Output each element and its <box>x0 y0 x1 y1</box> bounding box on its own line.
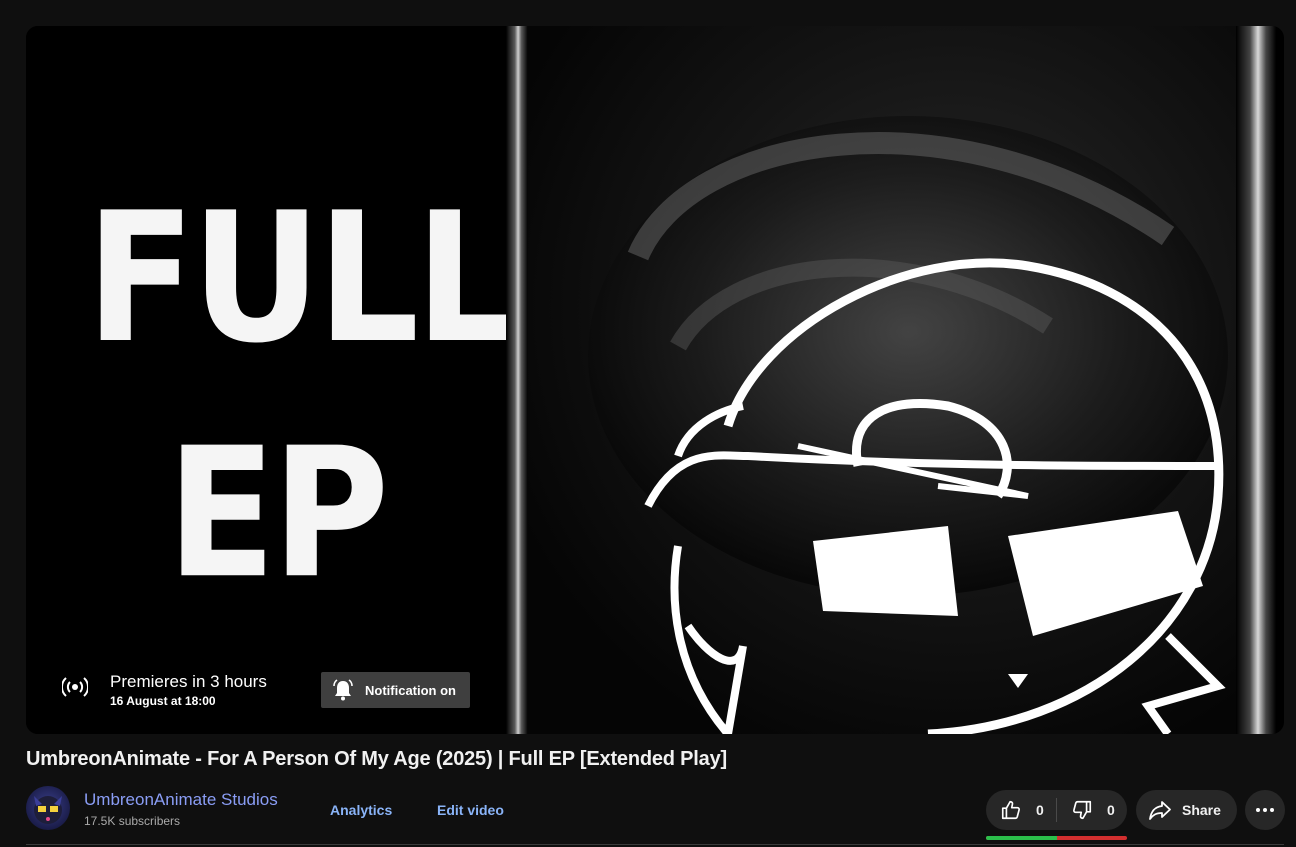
premiere-date: 16 August at 18:00 <box>110 694 216 708</box>
notification-label: Notification on <box>365 682 456 698</box>
video-player[interactable]: FULL EP <box>26 26 1284 734</box>
bell-ring-icon <box>333 679 353 701</box>
thumbnail-text-ep: EP <box>166 408 390 618</box>
thumbs-down-icon <box>1073 800 1092 820</box>
subscriber-count: 17.5K subscribers <box>84 814 181 828</box>
thumbnail-light-bar-right <box>1236 26 1276 734</box>
thumbnail-left-panel: FULL EP <box>26 26 520 734</box>
dislike-count: 0 <box>1107 802 1115 818</box>
owner-row: UmbreonAnimate Studios 17.5K subscribers… <box>26 786 1285 840</box>
analytics-button[interactable]: Analytics <box>330 802 392 818</box>
share-label: Share <box>1182 802 1221 818</box>
like-ratio-bar <box>986 836 1127 840</box>
share-arrow-icon <box>1149 801 1171 820</box>
like-ratio-fill <box>986 836 1057 840</box>
avatar-image <box>34 796 62 824</box>
like-button[interactable]: 0 <box>986 790 1056 830</box>
premiere-overlay: Premieres in 3 hours 16 August at 18:00 … <box>26 646 496 726</box>
edit-video-button[interactable]: Edit video <box>437 802 504 818</box>
thumbnail-text: FULL EP <box>86 161 517 631</box>
character-drawing <box>588 116 1228 734</box>
notification-button[interactable]: Notification on <box>321 672 470 708</box>
more-horizontal-icon <box>1256 808 1274 812</box>
section-divider <box>26 844 1284 845</box>
like-count: 0 <box>1036 802 1044 818</box>
channel-name[interactable]: UmbreonAnimate Studios <box>84 790 278 810</box>
premiere-countdown: Premieres in 3 hours <box>110 672 267 691</box>
like-dislike-group: 0 0 <box>986 790 1127 830</box>
thumbs-up-icon <box>1001 800 1020 820</box>
video-title: UmbreonAnimate - For A Person Of My Age … <box>26 748 727 770</box>
share-button[interactable]: Share <box>1136 790 1237 830</box>
more-actions-button[interactable] <box>1245 790 1285 830</box>
broadcast-icon <box>62 677 88 697</box>
dislike-button[interactable]: 0 <box>1057 790 1127 830</box>
thumbnail-text-full: FULL <box>86 173 517 383</box>
avatar[interactable] <box>26 786 70 830</box>
thumbnail-artwork <box>528 26 1236 734</box>
thumbnail-light-bar <box>506 26 528 734</box>
